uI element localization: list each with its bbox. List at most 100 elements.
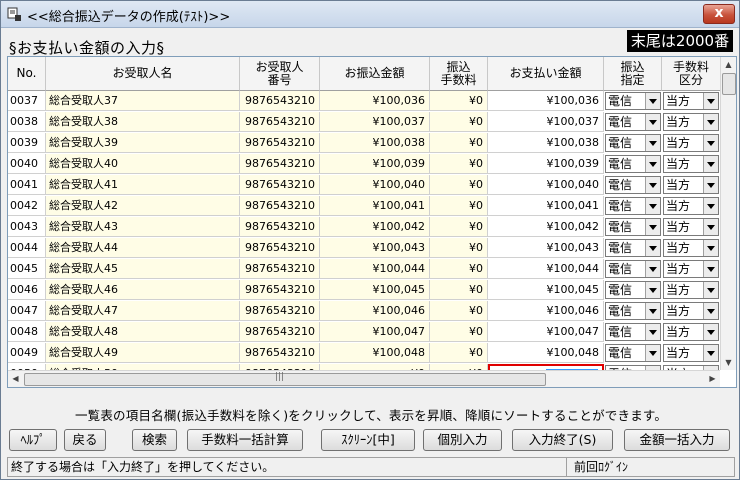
cell-recipient-name[interactable]: 総合受取人48 [46,322,240,342]
cell-recipient-name[interactable]: 総合受取人49 [46,343,240,363]
cell-recipient-number[interactable]: 9876543210 [240,343,320,363]
table-row[interactable]: 0042 総合受取人42 9876543210 ¥100,041 ¥0 ¥100,041 電… [8,196,720,217]
table-row[interactable]: 0041 総合受取人41 9876543210 ¥100,040 ¥0 ¥100,040 電… [8,175,720,196]
cell-transfer-amount[interactable]: ¥100,042 [320,217,430,237]
transfer-type-select[interactable]: 電信 [605,176,661,194]
fee-class-select[interactable]: 当方 [663,134,719,152]
payment-amount-input[interactable]: ¥100,042 [488,217,604,237]
cell-recipient-number[interactable]: 9876543210 [240,196,320,216]
payment-amount-input[interactable]: ¥100,045 [488,280,604,300]
chevron-down-icon[interactable] [645,345,660,361]
scroll-right-icon[interactable]: ▶ [705,371,720,387]
cell-transfer-amount[interactable]: ¥100,037 [320,112,430,132]
vertical-scrollbar[interactable]: ▲ ▼ [720,57,736,370]
chevron-down-icon[interactable] [703,135,718,151]
chevron-down-icon[interactable] [703,240,718,256]
cell-transfer-amount[interactable]: ¥100,041 [320,196,430,216]
cell-recipient-number[interactable]: 9876543210 [240,112,320,132]
fee-class-select[interactable]: 当方 [663,323,719,341]
transfer-type-select[interactable]: 電信 [605,197,661,215]
fee-class-select[interactable]: 当方 [663,302,719,320]
horizontal-scrollbar[interactable]: ◀ ||| ▶ [8,370,720,387]
payment-amount-input[interactable]: ¥100,039 [488,154,604,174]
payment-amount-input[interactable]: ¥100,036 [488,91,604,111]
table-row[interactable]: 0037 総合受取人37 9876543210 ¥100,036 ¥0 ¥100,036 電… [8,91,720,112]
fee-class-select[interactable]: 当方 [663,155,719,173]
chevron-down-icon[interactable] [703,345,718,361]
finish-input-button[interactable]: 入力終了(S) [512,429,613,451]
cell-transfer-amount[interactable]: ¥100,040 [320,175,430,195]
cell-recipient-name[interactable]: 総合受取人38 [46,112,240,132]
cell-recipient-name[interactable]: 総合受取人40 [46,154,240,174]
cell-recipient-number[interactable]: 9876543210 [240,259,320,279]
table-row[interactable]: 0044 総合受取人44 9876543210 ¥100,043 ¥0 ¥100,043 電… [8,238,720,259]
table-row[interactable]: 0047 総合受取人47 9876543210 ¥100,046 ¥0 ¥100,046 電… [8,301,720,322]
chevron-down-icon[interactable] [645,177,660,193]
table-row[interactable]: 0049 総合受取人49 9876543210 ¥100,048 ¥0 ¥100,048 電… [8,343,720,364]
payment-amount-input[interactable]: ¥100,041 [488,196,604,216]
chevron-down-icon[interactable] [703,324,718,340]
cell-recipient-number[interactable]: 9876543210 [240,91,320,111]
amount-bulk-input-button[interactable]: 金額一括入力 [624,429,730,451]
vertical-scroll-thumb[interactable] [722,73,736,95]
chevron-down-icon[interactable] [703,156,718,172]
cell-recipient-name[interactable]: 総合受取人42 [46,196,240,216]
cell-transfer-amount[interactable]: ¥100,038 [320,133,430,153]
cell-recipient-name[interactable]: 総合受取人44 [46,238,240,258]
chevron-down-icon[interactable] [703,261,718,277]
cell-transfer-amount[interactable]: ¥100,046 [320,301,430,321]
chevron-down-icon[interactable] [703,114,718,130]
table-row[interactable]: 0038 総合受取人38 9876543210 ¥100,037 ¥0 ¥100,037 電… [8,112,720,133]
horizontal-scroll-thumb[interactable]: ||| [24,372,546,386]
chevron-down-icon[interactable] [645,93,660,109]
transfer-type-select[interactable]: 電信 [605,239,661,257]
back-button[interactable]: 戻る [64,429,106,451]
individual-input-button[interactable]: 個別入力 [423,429,502,451]
cell-transfer-amount[interactable]: ¥100,036 [320,91,430,111]
chevron-down-icon[interactable] [645,114,660,130]
cell-recipient-number[interactable]: 9876543210 [240,217,320,237]
cell-transfer-amount[interactable]: ¥100,047 [320,322,430,342]
transfer-type-select[interactable]: 電信 [605,323,661,341]
scroll-left-icon[interactable]: ◀ [8,371,23,387]
cell-transfer-amount[interactable]: ¥100,045 [320,280,430,300]
transfer-type-select[interactable]: 電信 [605,155,661,173]
header-name[interactable]: お受取人名 [46,57,240,91]
cell-recipient-name[interactable]: 総合受取人41 [46,175,240,195]
fee-class-select[interactable]: 当方 [663,113,719,131]
table-row[interactable]: 0046 総合受取人46 9876543210 ¥100,045 ¥0 ¥100,045 電… [8,280,720,301]
transfer-type-select[interactable]: 電信 [605,113,661,131]
fee-class-select[interactable]: 当方 [663,344,719,362]
transfer-type-select[interactable]: 電信 [605,134,661,152]
chevron-down-icon[interactable] [645,240,660,256]
payment-amount-input[interactable]: ¥100,046 [488,301,604,321]
cell-recipient-number[interactable]: 9876543210 [240,133,320,153]
chevron-down-icon[interactable] [645,303,660,319]
help-button[interactable]: ﾍﾙﾌﾟ [9,429,57,451]
cell-recipient-number[interactable]: 9876543210 [240,238,320,258]
cell-recipient-name[interactable]: 総合受取人43 [46,217,240,237]
cell-recipient-name[interactable]: 総合受取人45 [46,259,240,279]
chevron-down-icon[interactable] [645,324,660,340]
cell-recipient-name[interactable]: 総合受取人39 [46,133,240,153]
header-transfer-amount[interactable]: お振込金額 [320,57,430,91]
search-button[interactable]: 検索 [132,429,177,451]
cell-transfer-amount[interactable]: ¥100,048 [320,343,430,363]
header-payment-amount[interactable]: お支払い金額 [488,57,604,91]
close-button[interactable]: x [703,4,735,24]
header-no[interactable]: No. [8,57,46,91]
payment-amount-input[interactable]: ¥100,043 [488,238,604,258]
fee-class-select[interactable]: 当方 [663,281,719,299]
fee-class-select[interactable]: 当方 [663,92,719,110]
chevron-down-icon[interactable] [645,198,660,214]
chevron-down-icon[interactable] [645,219,660,235]
transfer-type-select[interactable]: 電信 [605,218,661,236]
chevron-down-icon[interactable] [645,261,660,277]
transfer-type-select[interactable]: 電信 [605,260,661,278]
cell-recipient-number[interactable]: 9876543210 [240,175,320,195]
header-transfer-type[interactable]: 振込 指定 [604,57,662,91]
payment-amount-input[interactable]: ¥100,048 [488,343,604,363]
transfer-type-select[interactable]: 電信 [605,281,661,299]
cell-recipient-number[interactable]: 9876543210 [240,154,320,174]
chevron-down-icon[interactable] [703,303,718,319]
